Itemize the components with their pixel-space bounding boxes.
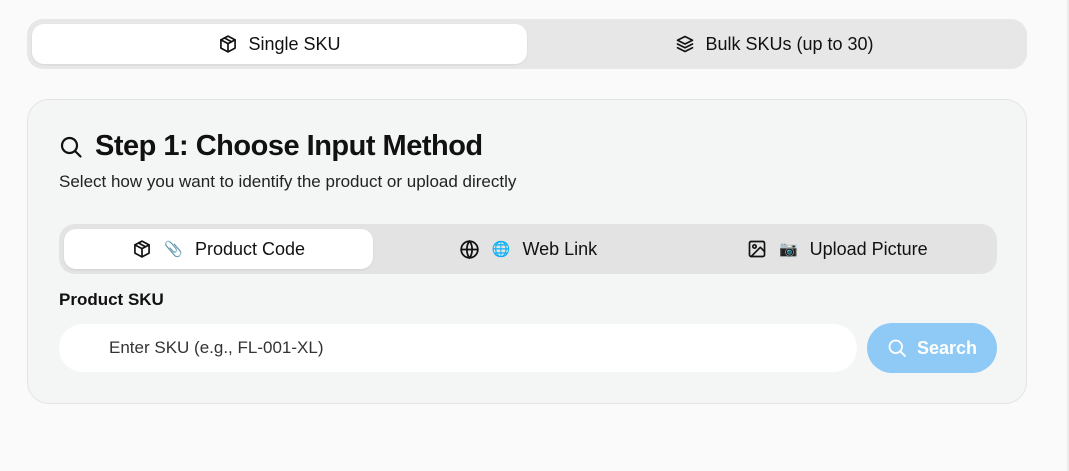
box-icon: [218, 34, 238, 54]
card-header: Step 1: Choose Input Method: [59, 130, 483, 163]
tab-bulk-skus[interactable]: Bulk SKUs (up to 30): [527, 24, 1022, 64]
globe-emoji-icon: 🌐: [491, 240, 511, 258]
mode-switch: Single SKU Bulk SKUs (up to 30): [27, 19, 1027, 69]
card-subtitle: Select how you want to identify the prod…: [59, 172, 517, 191]
tab-web-link[interactable]: 🌐 Web Link: [373, 229, 682, 269]
globe-icon: [459, 239, 480, 260]
input-method-switch: 📎 Product Code 🌐 Web Link 📷 Upload Pictu…: [59, 224, 997, 274]
paperclip-icon: 📎: [164, 240, 183, 258]
search-icon: [887, 338, 907, 358]
search-icon: [59, 135, 83, 159]
tab-single-sku-label: Single SKU: [248, 33, 341, 54]
search-button-label: Search: [916, 337, 978, 358]
layers-icon: [675, 34, 695, 54]
camera-icon: 📷: [778, 240, 798, 258]
card-title: Step 1: Choose Input Method: [95, 130, 483, 162]
tab-upload-picture-label: Upload Picture: [809, 238, 928, 259]
sku-input[interactable]: [59, 324, 857, 372]
image-icon: [747, 239, 767, 259]
tab-product-code-label: Product Code: [194, 238, 306, 259]
tab-upload-picture[interactable]: 📷 Upload Picture: [683, 229, 992, 269]
tab-product-code[interactable]: 📎 Product Code: [64, 229, 374, 269]
product-sku-label: Product SKU: [59, 290, 164, 309]
tab-single-sku[interactable]: Single SKU: [32, 24, 527, 64]
tab-bulk-skus-label: Bulk SKUs (up to 30): [705, 33, 874, 54]
box-icon: [132, 239, 152, 259]
step-1-card: Step 1: Choose Input Method Select how y…: [27, 99, 1027, 404]
search-button[interactable]: Search: [867, 323, 997, 373]
tab-web-link-label: Web Link: [522, 238, 598, 259]
